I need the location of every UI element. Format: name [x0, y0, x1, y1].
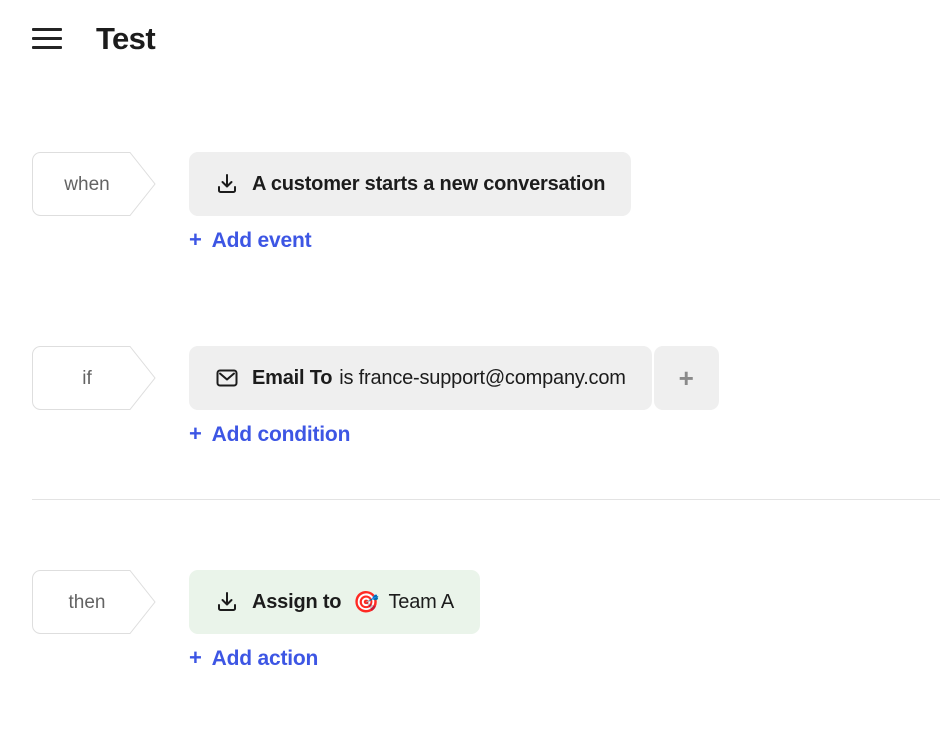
condition-chip[interactable]: Email To is france-support@company.com — [189, 346, 652, 410]
condition-chip-group: Email To is france-support@company.com + — [189, 346, 719, 410]
action-row: then Assign to 🎯 Team A — [0, 570, 940, 634]
inbox-download-icon — [214, 171, 240, 197]
envelope-icon — [214, 365, 240, 391]
inbox-download-icon — [214, 589, 240, 615]
plus-icon: + — [189, 227, 202, 252]
action-chip[interactable]: Assign to 🎯 Team A — [189, 570, 480, 634]
action-block: then Assign to 🎯 Team A + Add action — [0, 570, 940, 670]
condition-field-label: Email To — [252, 366, 333, 389]
condition-chip-content: Email To is france-support@company.com — [252, 367, 626, 390]
event-chip[interactable]: A customer starts a new conversation — [189, 152, 632, 216]
add-action-button[interactable]: + Add action — [189, 647, 318, 669]
workflow-canvas: when A customer starts a new conversatio… — [0, 58, 940, 670]
action-label: Assign to — [252, 590, 342, 613]
condition-row: if Email To is france-support@company.co… — [0, 346, 940, 410]
event-chip-text: A customer starts a new conversation — [252, 172, 606, 195]
plus-icon: + — [189, 421, 202, 446]
page-title: Test — [96, 20, 156, 56]
target-emoji-icon: 🎯 — [353, 590, 380, 614]
tag-if-label: if — [82, 367, 92, 389]
hamburger-bar-2 — [32, 36, 62, 40]
tag-if[interactable]: if — [32, 346, 156, 410]
plus-icon: + — [189, 645, 202, 670]
trigger-block: when A customer starts a new conversatio… — [0, 152, 940, 252]
condition-field-value: is france-support@company.com — [339, 366, 626, 389]
action-target-value: Team A — [388, 590, 454, 613]
add-condition-value-button[interactable]: + — [653, 346, 719, 410]
tag-then-label: then — [68, 591, 106, 613]
hamburger-bar-1 — [32, 27, 62, 31]
trigger-row: when A customer starts a new conversatio… — [0, 152, 940, 216]
add-event-button[interactable]: + Add event — [189, 227, 312, 252]
add-condition-button[interactable]: + Add condition — [189, 423, 350, 445]
trigger-chip-group: A customer starts a new conversation — [189, 152, 632, 216]
action-chip-group: Assign to 🎯 Team A — [189, 570, 480, 634]
app-header: Test — [0, 0, 940, 58]
hamburger-bar-3 — [32, 45, 62, 49]
add-condition-label: Add condition — [211, 422, 351, 446]
tag-when[interactable]: when — [32, 152, 156, 216]
condition-block: if Email To is france-support@company.co… — [0, 346, 940, 446]
tag-when-label: when — [64, 173, 110, 195]
hamburger-menu-icon[interactable] — [32, 22, 64, 54]
tag-then[interactable]: then — [32, 570, 156, 634]
add-event-label: Add event — [211, 228, 312, 252]
add-action-label: Add action — [211, 646, 319, 670]
